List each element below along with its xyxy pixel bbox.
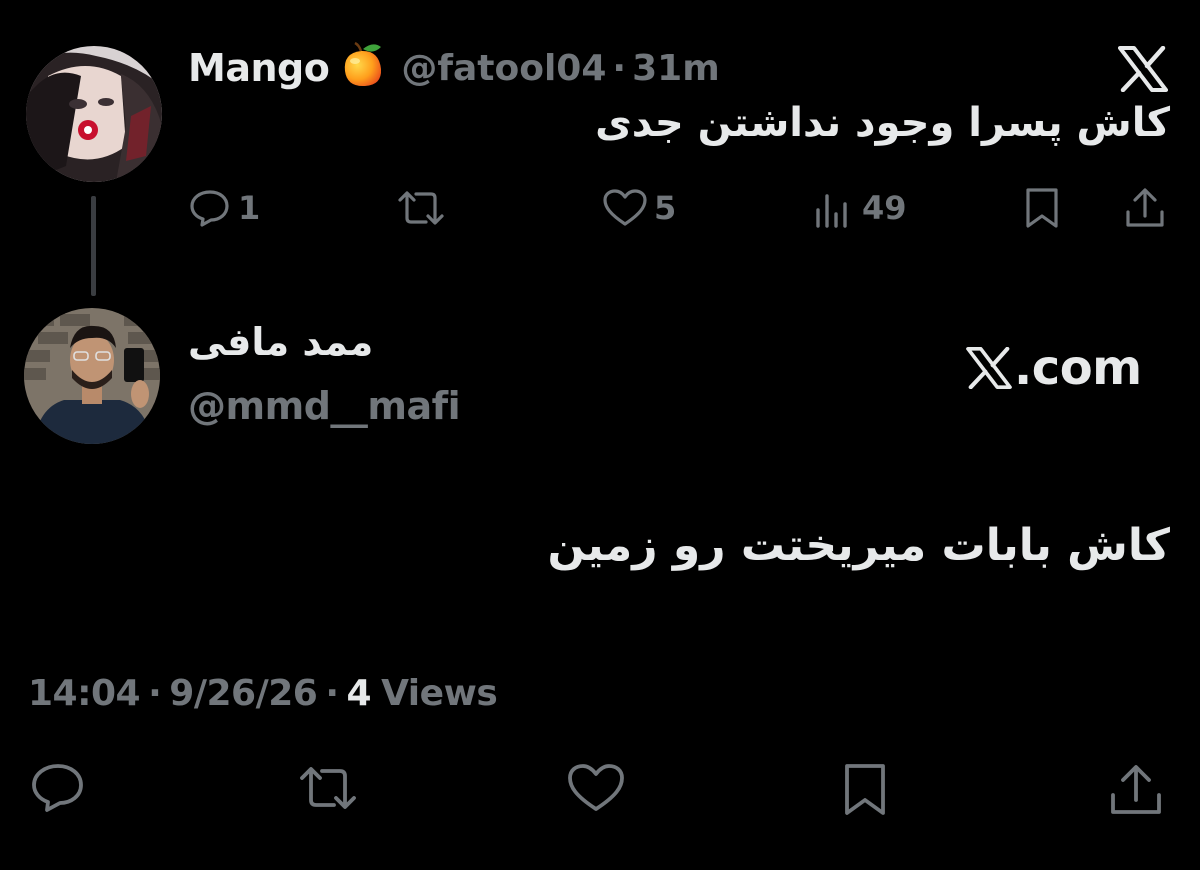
reply-count: 1 <box>238 189 261 227</box>
parent-retweet-button[interactable] <box>394 186 448 230</box>
tweet-date[interactable]: 9/26/26 <box>169 673 318 714</box>
parent-bookmark-button[interactable] <box>1022 186 1062 230</box>
reply-reply-button[interactable] <box>30 762 86 814</box>
parent-handle[interactable]: @fatool04 <box>401 48 606 89</box>
tweet-time[interactable]: 14:04 <box>28 673 141 714</box>
parent-like-button[interactable]: 5 <box>602 186 676 230</box>
parent-time-ago[interactable]: 31m <box>632 48 720 89</box>
heart-icon <box>603 189 647 226</box>
reply-bookmark-button[interactable] <box>840 762 890 818</box>
tweet-metadata: 14:04 · 9/26/26 · 4 Views <box>28 668 498 718</box>
reply-handle[interactable]: @mmd__mafi <box>188 384 461 428</box>
retweet-icon <box>300 767 356 809</box>
mango-avatar[interactable] <box>26 46 162 182</box>
reply-like-button[interactable] <box>566 762 626 814</box>
heart-icon <box>568 764 624 811</box>
parent-reply-button[interactable]: 1 <box>188 186 260 230</box>
views-label: Views <box>381 672 498 714</box>
views-number: 4 <box>346 672 372 714</box>
parent-tweet-text: کاش پسرا وجود نداشتن جدی <box>595 100 1170 146</box>
x-logo-small-icon <box>966 347 1012 389</box>
mango-emoji-icon <box>337 41 387 95</box>
parent-tweet-header: Mango @fatool04 · 31m <box>188 40 720 96</box>
meta-separator: · <box>148 672 162 714</box>
parent-display-name[interactable]: Mango <box>188 46 330 90</box>
reply-share-button[interactable] <box>1108 762 1164 818</box>
bookmark-icon <box>845 764 885 815</box>
parent-views-button[interactable]: 49 <box>812 186 907 230</box>
header-separator: · <box>612 47 627 89</box>
parent-share-button[interactable] <box>1124 186 1166 230</box>
share-icon <box>1126 188 1164 227</box>
meta-separator: · <box>325 672 339 714</box>
views-count: 49 <box>862 189 907 227</box>
reply-tweet-text: کاش بابات میریختت رو زمین <box>547 520 1170 571</box>
reply-icon <box>32 764 83 812</box>
retweet-icon <box>398 191 444 225</box>
x-logo-icon <box>1118 45 1168 93</box>
mmd-avatar[interactable] <box>24 308 160 444</box>
thread-connector-line <box>91 196 96 296</box>
share-icon <box>1111 765 1161 814</box>
site-label: .com <box>1014 340 1142 396</box>
reply-retweet-button[interactable] <box>296 762 360 814</box>
like-count: 5 <box>654 189 677 227</box>
x-com-branding: .com <box>966 336 1142 400</box>
bookmark-icon <box>1026 188 1058 228</box>
reply-icon <box>190 190 229 227</box>
reply-display-name[interactable]: ممد مافی <box>188 320 388 364</box>
views-icon <box>816 194 847 228</box>
